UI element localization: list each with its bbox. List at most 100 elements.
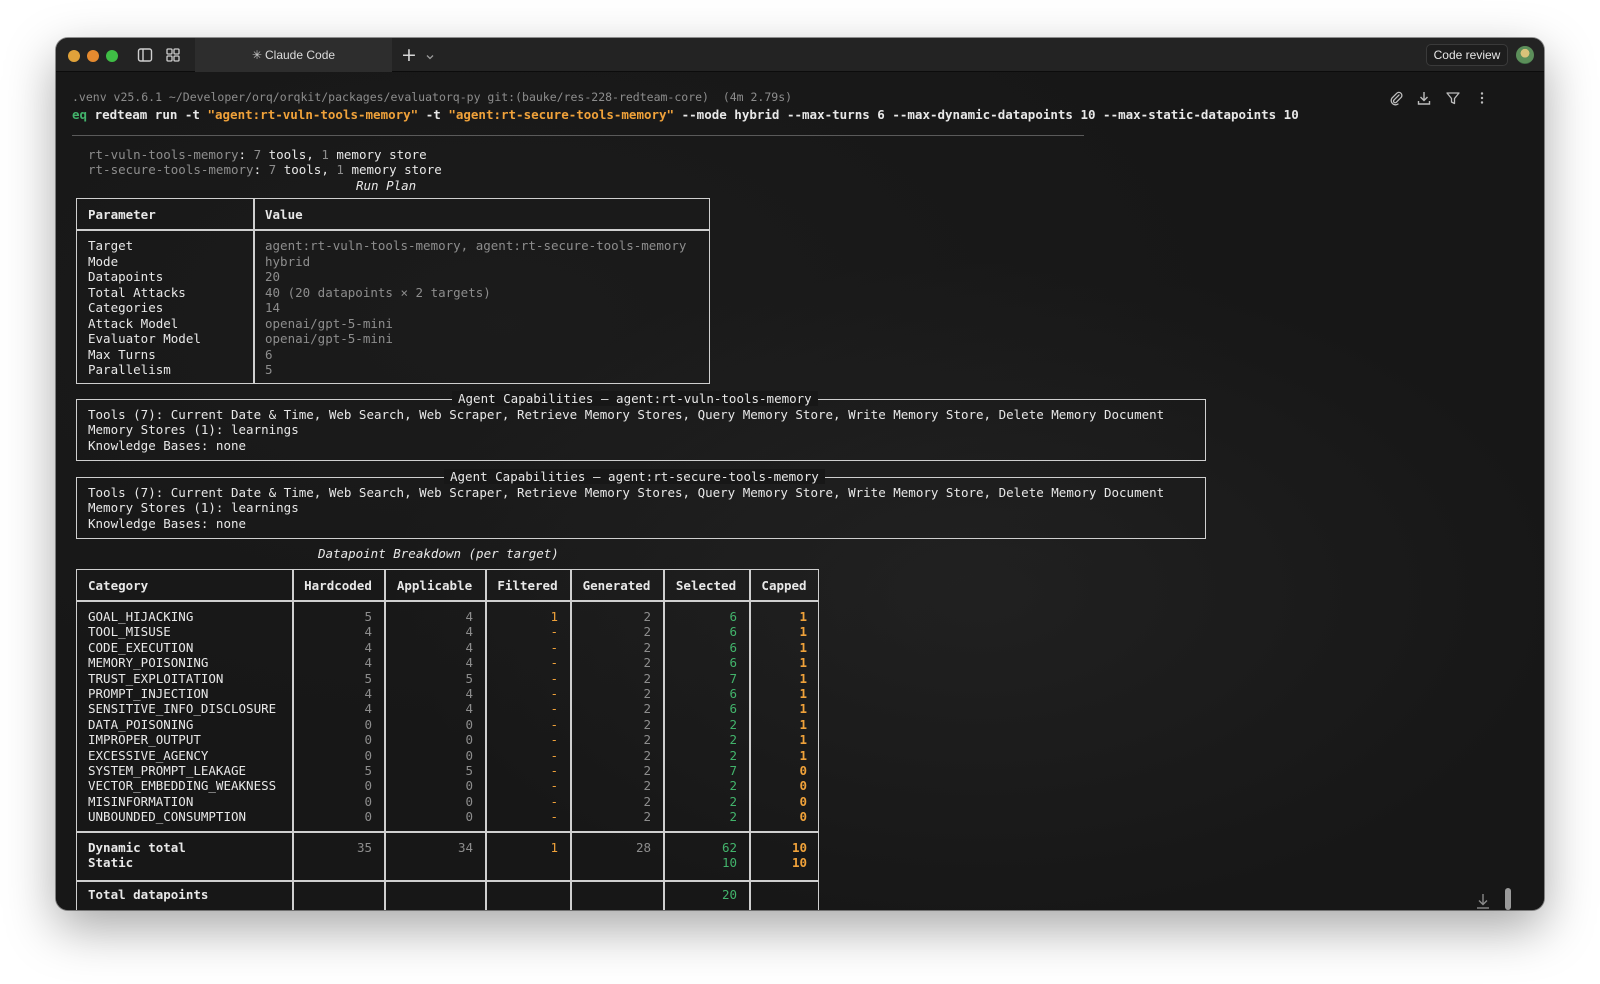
breakdown-cell: 2 — [643, 670, 651, 686]
grid-icon[interactable] — [164, 46, 182, 64]
breakdown-cell: 2 — [729, 778, 737, 794]
breakdown-cell: 2 — [643, 763, 651, 778]
run-plan-value: 14 — [265, 300, 281, 315]
breakdown-cell: 2 — [643, 624, 651, 640]
breakdown-cell: 4 — [364, 701, 372, 717]
more-icon[interactable] — [1474, 90, 1490, 106]
filter-icon[interactable] — [1445, 90, 1461, 106]
breakdown-cell: 2 — [643, 747, 651, 763]
breakdown-rule — [76, 880, 819, 882]
breakdown-cell: 0 — [364, 809, 372, 825]
breakdown-category: EXCESSIVE_AGENCY — [88, 747, 209, 763]
breakdown-cell: 0 — [799, 809, 807, 825]
breakdown-cell: - — [550, 639, 558, 655]
avatar[interactable] — [1516, 46, 1534, 64]
breakdown-cell: - — [550, 670, 558, 686]
run-plan-parameter: Mode — [88, 253, 119, 269]
breakdown-cell: 1 — [799, 655, 807, 671]
breakdown-cell: 6 — [729, 639, 737, 655]
breakdown-column-divider — [292, 569, 294, 910]
breakdown-cell: 4 — [364, 686, 372, 701]
breakdown-cell: 0 — [364, 793, 372, 809]
breakdown-cell: 62 — [721, 840, 737, 855]
breakdown-category: Dynamic total — [88, 840, 186, 855]
breakdown-cell: - — [550, 809, 558, 825]
breakdown-cell: 5 — [364, 763, 372, 778]
breakdown-cell: 5 — [465, 763, 473, 778]
run-plan-parameter: Total Attacks — [88, 284, 186, 300]
breakdown-cell: 2 — [643, 701, 651, 717]
run-plan-parameter: Target — [88, 238, 134, 253]
sidebar-icon[interactable] — [136, 46, 154, 64]
breakdown-cell: - — [550, 716, 558, 732]
chevron-down-icon[interactable] — [424, 48, 436, 60]
scrollbar[interactable] — [1505, 888, 1511, 910]
zoom-light[interactable] — [106, 50, 118, 62]
breakdown-category: TRUST_EXPLOITATION — [88, 670, 224, 686]
breakdown-cell: 0 — [364, 747, 372, 763]
paperclip-icon[interactable] — [1388, 90, 1404, 106]
breakdown-cell: 6 — [729, 624, 737, 640]
breakdown-header: Applicable — [396, 578, 473, 593]
breakdown-category: Total datapoints — [88, 887, 209, 902]
run-plan-value: hybrid — [265, 253, 311, 269]
breakdown-cell: 34 — [457, 840, 473, 855]
plus-icon[interactable]: + — [400, 45, 418, 65]
command-line: eq redteam run -t "agent:rt-vuln-tools-m… — [72, 107, 1299, 122]
breakdown-header: Generated — [582, 578, 651, 593]
close-light[interactable] — [87, 50, 99, 62]
breakdown-category: MISINFORMATION — [88, 793, 194, 809]
breakdown-cell: 1 — [799, 639, 807, 655]
breakdown-cell: 2 — [643, 778, 651, 794]
breakdown-cell: 4 — [465, 701, 473, 717]
breakdown-category: SYSTEM_PROMPT_LEAKAGE — [88, 763, 247, 778]
breakdown-cell: 2 — [643, 655, 651, 671]
breakdown-cell: 1 — [799, 701, 807, 717]
breakdown-cell: 35 — [356, 840, 372, 855]
minimize-light[interactable] — [68, 50, 80, 62]
scroll-to-bottom-icon[interactable] — [1474, 892, 1492, 910]
tab-claude-code[interactable]: ✳ Claude Code — [195, 38, 392, 72]
breakdown-cell: 4 — [465, 624, 473, 640]
run-plan-value: 5 — [265, 362, 273, 377]
run-plan-value: 40 (20 datapoints × 2 targets) — [265, 284, 491, 300]
breakdown-cell: 1 — [799, 609, 807, 624]
breakdown-cell: 0 — [465, 809, 473, 825]
breakdown-cell: 1 — [550, 840, 558, 855]
run-plan-value: 6 — [265, 346, 273, 362]
breakdown-category: VECTOR_EMBEDDING_WEAKNESS — [88, 778, 277, 794]
breakdown-category: Static — [88, 855, 134, 870]
tab-label: Claude Code — [265, 48, 336, 62]
prompt-context: .venv v25.6.1 ~/Developer/orq/orqkit/pac… — [72, 90, 793, 104]
code-review-button[interactable]: Code review — [1426, 44, 1508, 66]
capabilities-title-secure: Agent Capabilities — agent:rt-secure-too… — [444, 469, 825, 484]
breakdown-cell: 0 — [799, 793, 807, 809]
breakdown-cell: - — [550, 655, 558, 671]
breakdown-cell: - — [550, 732, 558, 748]
command-part-2: -t — [418, 107, 449, 122]
command-part-1: redteam run -t — [87, 107, 208, 122]
breakdown-header: Category — [88, 578, 149, 593]
command-target-1: "agent:rt-vuln-tools-memory" — [207, 107, 419, 122]
breakdown-cell: 4 — [465, 639, 473, 655]
breakdown-cell: 7 — [729, 763, 737, 778]
breakdown-cell: 4 — [465, 655, 473, 671]
capabilities-kb-secure: Knowledge Bases: none — [88, 516, 247, 531]
breakdown-cell: - — [550, 701, 558, 717]
breakdown-cell: 2 — [729, 809, 737, 825]
breakdown-cell: 1 — [799, 747, 807, 763]
breakdown-cell: - — [550, 686, 558, 701]
breakdown-category: MEMORY_POISONING — [88, 655, 209, 671]
command-prefix: eq — [72, 107, 88, 122]
breakdown-header: Capped — [761, 578, 807, 593]
download-icon[interactable] — [1416, 90, 1432, 106]
command-part-3: --mode hybrid --max-turns 6 --max-dynami… — [674, 107, 1299, 122]
breakdown-cell: 1 — [799, 732, 807, 748]
breakdown-column-divider — [384, 569, 386, 910]
breakdown-category: UNBOUNDED_CONSUMPTION — [88, 809, 247, 825]
run-plan-value: 20 — [265, 269, 281, 284]
breakdown-cell: 2 — [729, 732, 737, 748]
breakdown-cell: 4 — [465, 686, 473, 701]
breakdown-cell: 20 — [721, 887, 737, 902]
target-summary-2: rt-secure-tools-memory: 7 tools, 1 memor… — [88, 162, 442, 177]
